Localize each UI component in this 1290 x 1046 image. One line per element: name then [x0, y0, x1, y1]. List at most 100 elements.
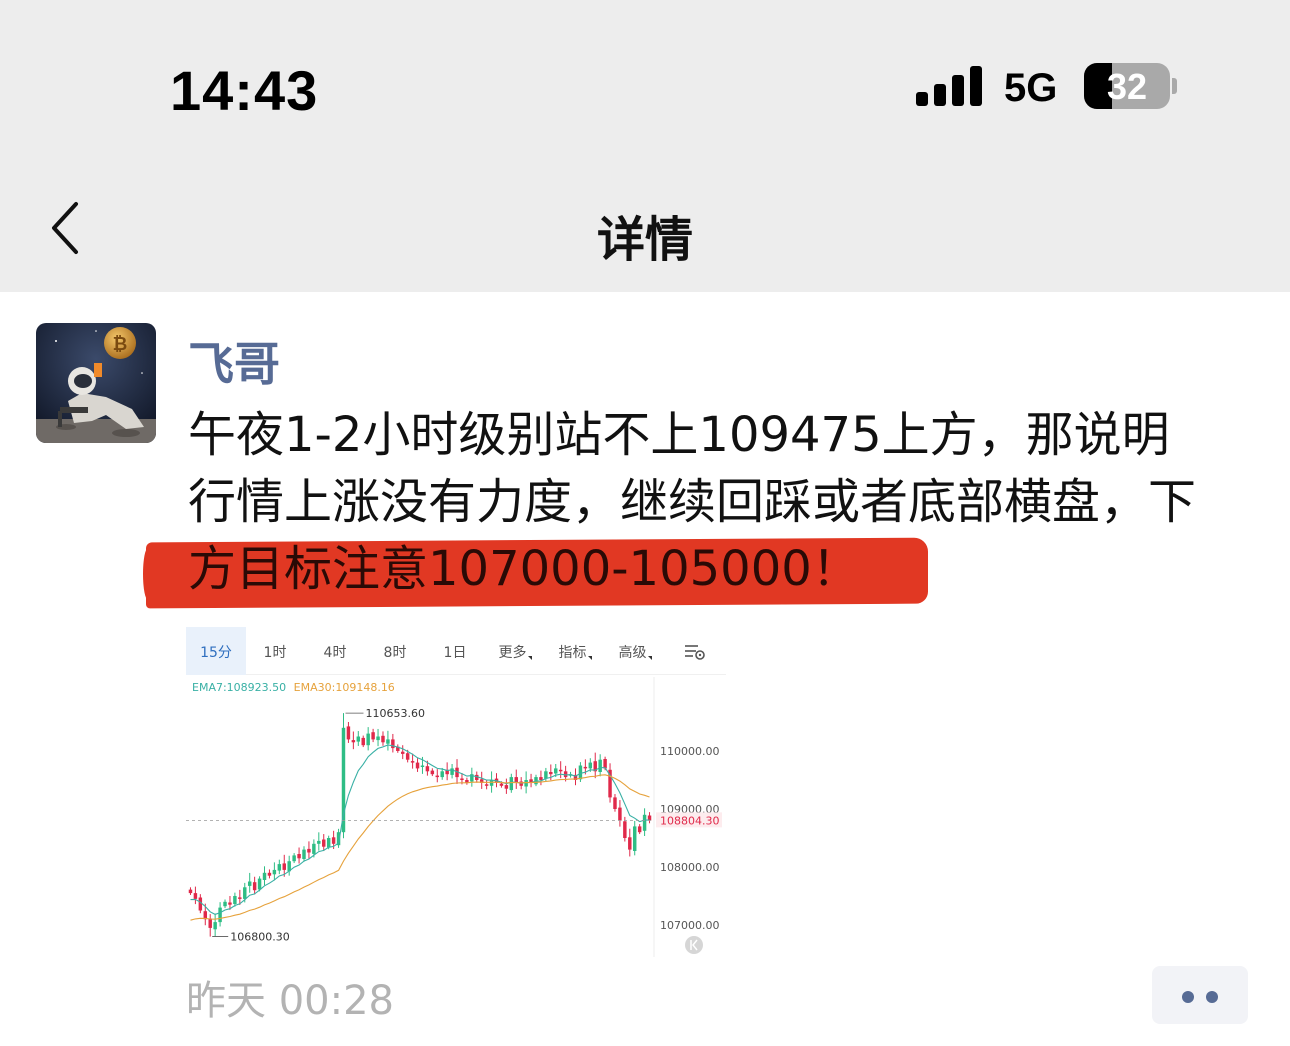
tab-1h[interactable]: 1时 [248, 627, 302, 675]
candle-body [642, 814, 647, 831]
candle-body [484, 784, 489, 786]
dropdown-arrow-icon [647, 656, 652, 660]
candle-body [346, 726, 351, 740]
status-time: 14:43 [170, 59, 319, 122]
candle-body [632, 826, 637, 851]
candle-body [415, 762, 420, 769]
candle-body [247, 881, 252, 886]
candle-body [544, 771, 548, 779]
candle-body [262, 872, 267, 880]
post-content: 午夜1-2小时级别站不上109475上方，那说明 行情上涨没有力度，继续回踩或者… [188, 402, 1258, 603]
candle-body [193, 893, 198, 899]
candle-body [326, 838, 331, 848]
candle-body [509, 777, 514, 791]
candle-body [252, 882, 257, 891]
candle-body [440, 771, 444, 778]
candle-body [588, 762, 593, 769]
candle-body [356, 736, 361, 742]
dropdown-indicators-label: 指标 [558, 645, 587, 661]
battery-nub [1172, 78, 1177, 94]
candle-body [489, 780, 494, 786]
ema-legend: EMA7:108923.50 EMA30:109148.16 [192, 681, 395, 694]
dropdown-arrow-icon [527, 656, 532, 660]
candle-body [228, 902, 232, 905]
dropdown-indicators[interactable]: 指标 [550, 627, 600, 675]
candle-body [366, 733, 370, 746]
candle-body [598, 759, 602, 772]
dropdown-advanced[interactable]: 高级 [610, 627, 660, 675]
candle-body [223, 901, 227, 907]
candle-body [317, 840, 321, 844]
candle-body [302, 849, 306, 859]
candle-body [425, 766, 430, 772]
dropdown-arrow-icon [587, 656, 592, 660]
candle-body [307, 848, 311, 853]
candle-body [435, 775, 440, 778]
avatar-image: ₿ [36, 323, 156, 443]
page-title: 详情 [596, 212, 693, 268]
candle-body [272, 869, 277, 875]
candle-body [554, 768, 558, 774]
candle-body [243, 887, 247, 899]
candle-body [238, 897, 242, 899]
candle-body [331, 837, 336, 844]
ema7-value: EMA7:108923.50 [192, 681, 287, 694]
candle-body [371, 732, 375, 740]
chart-toolbar: 15分 1时 4时 8时 1日 更多 指标 高级 [186, 627, 726, 675]
candle-body [430, 770, 435, 775]
candle-body [277, 864, 282, 871]
tab-15m[interactable]: 15分 [186, 627, 246, 675]
avatar[interactable]: ₿ [36, 323, 156, 443]
low-price-label: 106800.30 [230, 931, 290, 944]
dropdown-more[interactable]: 更多 [490, 627, 540, 675]
candle-body [267, 872, 272, 876]
candle-body [539, 777, 543, 780]
candle-body [583, 766, 588, 769]
svg-text:₿: ₿ [113, 334, 128, 355]
tab-4h[interactable]: 4时 [306, 627, 364, 675]
chart-settings-icon[interactable] [684, 643, 706, 661]
candle-body [420, 765, 425, 768]
more-dot [1182, 991, 1194, 1003]
more-dot [1206, 991, 1218, 1003]
signal-icon [916, 66, 982, 106]
candle-body [637, 826, 642, 833]
candle-body [499, 783, 504, 786]
y-tick-label: 110000.00 [660, 745, 720, 758]
candle-body [623, 821, 627, 838]
candle-body [549, 771, 553, 775]
candle-body [218, 907, 222, 923]
tab-1d[interactable]: 1日 [426, 627, 484, 675]
candle-body [208, 918, 212, 928]
dropdown-more-label: 更多 [498, 645, 527, 661]
candle-body [386, 739, 390, 744]
candle-body [618, 807, 622, 821]
candle-body [578, 765, 583, 780]
jump-latest-icon [685, 936, 703, 954]
post-timestamp: 昨天 00:28 [186, 978, 394, 1024]
tab-8h[interactable]: 8时 [366, 627, 424, 675]
network-type: 5G [1004, 66, 1058, 110]
post-line-highlighted: 方目标注意107000-105000！ [188, 541, 860, 597]
candle-body [391, 739, 395, 749]
candle-body [524, 780, 528, 787]
ema30-value: EMA30:109148.16 [293, 681, 395, 694]
candle-body [233, 896, 237, 905]
y-tick-label: 108000.00 [660, 861, 720, 874]
candle-body [405, 753, 410, 760]
candle-body [628, 837, 632, 850]
candle-body [558, 769, 563, 772]
ema30-line [190, 774, 650, 921]
author-name[interactable]: 飞哥 [188, 328, 280, 394]
candle-body [188, 889, 193, 894]
candle-body [504, 785, 509, 789]
chart-image[interactable]: 110000.00 109000.00 108000.00 107000.00 1088… [186, 627, 726, 957]
candle-body [257, 878, 262, 890]
candle-body [460, 778, 464, 780]
candle-body [292, 855, 296, 862]
battery-icon: 32 [1084, 63, 1170, 109]
current-price-label: 108804.30 [660, 814, 720, 827]
more-dots-icon[interactable] [1152, 966, 1248, 1024]
candle-body [351, 740, 356, 743]
candle-body [613, 797, 617, 809]
